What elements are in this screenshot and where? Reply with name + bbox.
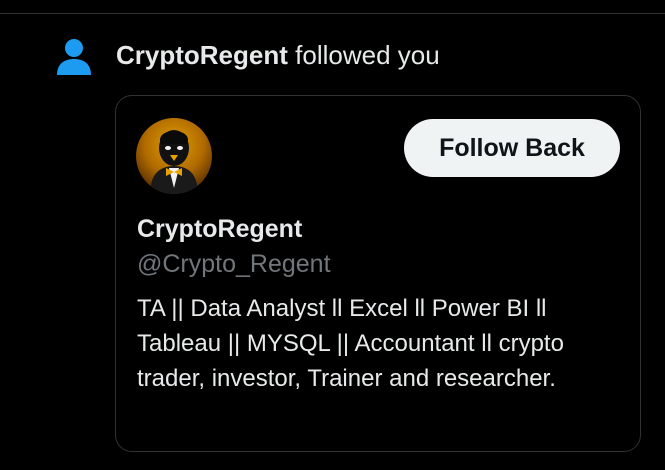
top-divider bbox=[0, 13, 665, 14]
notification-user-link[interactable]: CryptoRegent bbox=[116, 40, 288, 70]
notification-action: followed you bbox=[287, 40, 440, 70]
notification-text: CryptoRegent followed you bbox=[116, 38, 440, 72]
follow-back-button[interactable]: Follow Back bbox=[404, 119, 620, 177]
profile-bio: TA || Data Analyst ll Excel ll Power BI … bbox=[137, 295, 564, 392]
user-handle: @Crypto_Regent bbox=[137, 250, 331, 278]
avatar[interactable] bbox=[136, 118, 212, 194]
person-icon bbox=[56, 38, 92, 76]
display-name[interactable]: CryptoRegent bbox=[137, 213, 302, 245]
